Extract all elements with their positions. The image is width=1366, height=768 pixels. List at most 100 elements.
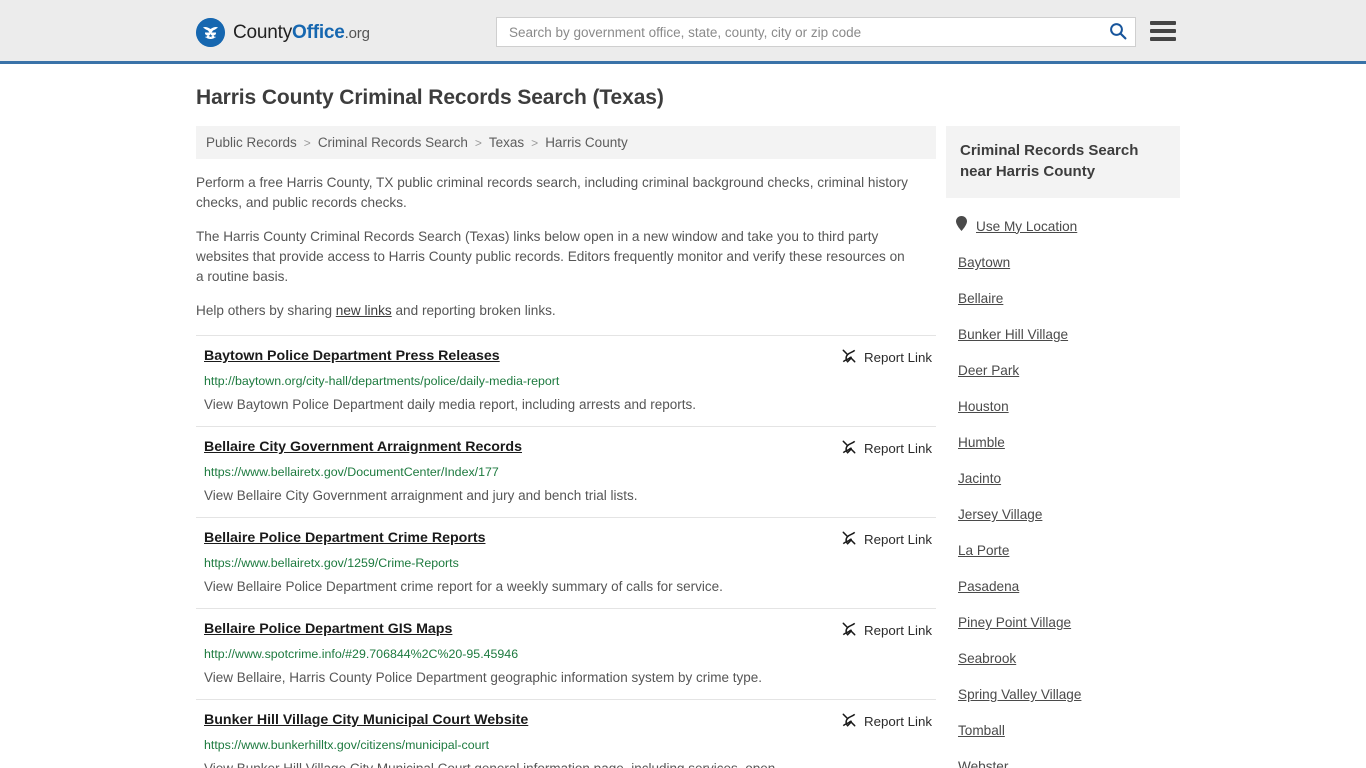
result-title-link[interactable]: Baytown Police Department Press Releases xyxy=(204,347,500,365)
result-header: Bellaire Police Department GIS Maps Repo… xyxy=(204,620,936,640)
sidebar-item-jersey-village[interactable]: Jersey Village xyxy=(946,506,1180,524)
result-item: Bellaire Police Department Crime Reports xyxy=(196,517,936,608)
result-url[interactable]: https://www.bellairetx.gov/1259/Crime-Re… xyxy=(204,556,936,571)
report-link-button[interactable]: Report Link xyxy=(841,439,932,458)
breadcrumb-separator: > xyxy=(531,135,539,150)
page-title: Harris County Criminal Records Search (T… xyxy=(196,86,664,109)
sidebar-item-deer-park[interactable]: Deer Park xyxy=(946,362,1180,380)
broken-link-icon xyxy=(841,621,857,640)
result-title-link[interactable]: Bunker Hill Village City Municipal Court… xyxy=(204,711,528,729)
intro-paragraph-1: Perform a free Harris County, TX public … xyxy=(196,175,908,210)
sidebar-link[interactable]: Bellaire xyxy=(958,291,1003,306)
intro-text-before-link: Help others by sharing xyxy=(196,303,336,318)
sidebar-item-la-porte[interactable]: La Porte xyxy=(946,542,1180,560)
results-list: Baytown Police Department Press Releases xyxy=(196,335,936,768)
result-item: Bellaire City Government Arraignment Rec… xyxy=(196,426,936,517)
breadcrumb-item-texas[interactable]: Texas xyxy=(489,135,524,150)
hamburger-bar xyxy=(1150,21,1176,25)
result-title-link[interactable]: Bellaire Police Department Crime Reports xyxy=(204,529,485,547)
result-description: View Bunker Hill Village City Municipal … xyxy=(204,759,936,768)
logo-wordmark: CountyOffice.org xyxy=(233,22,370,44)
sidebar-item-pasadena[interactable]: Pasadena xyxy=(946,578,1180,596)
hamburger-bar xyxy=(1150,37,1176,41)
sidebar-item-baytown[interactable]: Baytown xyxy=(946,254,1180,272)
logo-text-county: County xyxy=(233,21,293,43)
search-bar[interactable] xyxy=(496,17,1136,47)
sidebar-item-spring-valley-village[interactable]: Spring Valley Village xyxy=(946,686,1180,704)
report-link-label: Report Link xyxy=(864,441,932,456)
map-pin-icon xyxy=(956,216,967,236)
result-url[interactable]: https://www.bellairetx.gov/DocumentCente… xyxy=(204,465,936,480)
result-description: View Bellaire City Government arraignmen… xyxy=(204,488,638,503)
new-links-link[interactable]: new links xyxy=(336,303,392,318)
site-logo[interactable]: ★★★ CountyOffice.org xyxy=(196,18,370,47)
breadcrumb-item-criminal-records-search[interactable]: Criminal Records Search xyxy=(318,135,468,150)
page-container: Harris County Criminal Records Search (T… xyxy=(0,64,1366,768)
hamburger-menu-icon[interactable] xyxy=(1150,20,1176,42)
result-item: Baytown Police Department Press Releases xyxy=(196,335,936,426)
result-url[interactable]: https://www.bunkerhilltx.gov/citizens/mu… xyxy=(204,738,936,753)
sidebar-link[interactable]: Seabrook xyxy=(958,651,1016,666)
sidebar-item-bunker-hill-village[interactable]: Bunker Hill Village xyxy=(946,326,1180,344)
sidebar-item-tomball[interactable]: Tomball xyxy=(946,722,1180,740)
result-description: View Bellaire, Harris County Police Depa… xyxy=(204,670,762,685)
report-link-button[interactable]: Report Link xyxy=(841,712,932,731)
sidebar-link[interactable]: Baytown xyxy=(958,255,1010,270)
report-link-button[interactable]: Report Link xyxy=(841,621,932,640)
sidebar-item-humble[interactable]: Humble xyxy=(946,434,1180,452)
sidebar-link[interactable]: Piney Point Village xyxy=(958,615,1071,630)
search-input[interactable] xyxy=(497,18,1101,46)
report-link-button[interactable]: Report Link xyxy=(841,530,932,549)
breadcrumb-item-public-records[interactable]: Public Records xyxy=(206,135,297,150)
report-link-button[interactable]: Report Link xyxy=(841,348,932,367)
sidebar: Criminal Records Search near Harris Coun… xyxy=(946,126,1180,768)
result-item: Bunker Hill Village City Municipal Court… xyxy=(196,699,936,768)
sidebar-link[interactable]: Humble xyxy=(958,435,1005,450)
intro-paragraph-3: Help others by sharing new links and rep… xyxy=(196,301,914,321)
result-description: View Bellaire Police Department crime re… xyxy=(204,579,723,594)
sidebar-link[interactable]: Webster xyxy=(958,759,1008,768)
sidebar-link[interactable]: Houston xyxy=(958,399,1009,414)
logo-text-office: Office xyxy=(292,21,345,43)
result-url[interactable]: http://www.spotcrime.info/#29.706844%2C%… xyxy=(204,647,936,662)
sidebar-link[interactable]: Jersey Village xyxy=(958,507,1042,522)
intro-section: Perform a free Harris County, TX public … xyxy=(196,159,936,321)
site-header: ★★★ CountyOffice.org xyxy=(0,0,1366,64)
report-link-label: Report Link xyxy=(864,623,932,638)
use-my-location-row[interactable]: Use My Location xyxy=(946,216,1180,236)
sidebar-city-list: Use My Location Baytown Bellaire Bunker … xyxy=(946,198,1180,768)
breadcrumb-item-harris-county[interactable]: Harris County xyxy=(545,135,628,150)
sidebar-link[interactable]: Deer Park xyxy=(958,363,1019,378)
breadcrumb-separator: > xyxy=(303,135,311,150)
sidebar-link[interactable]: Tomball xyxy=(958,723,1005,738)
main-column: Public Records > Criminal Records Search… xyxy=(196,126,936,768)
result-header: Baytown Police Department Press Releases xyxy=(204,347,936,367)
search-button[interactable] xyxy=(1101,18,1135,46)
report-link-label: Report Link xyxy=(864,714,932,729)
sidebar-heading-box: Criminal Records Search near Harris Coun… xyxy=(946,126,1180,198)
sidebar-item-seabrook[interactable]: Seabrook xyxy=(946,650,1180,668)
search-icon xyxy=(1109,22,1127,43)
sidebar-link[interactable]: Jacinto xyxy=(958,471,1001,486)
result-title-link[interactable]: Bellaire Police Department GIS Maps xyxy=(204,620,452,638)
sidebar-item-webster[interactable]: Webster xyxy=(946,758,1180,768)
sidebar-link[interactable]: Pasadena xyxy=(958,579,1019,594)
hamburger-bar xyxy=(1150,29,1176,33)
use-my-location-link[interactable]: Use My Location xyxy=(976,219,1077,234)
broken-link-icon xyxy=(841,348,857,367)
broken-link-icon xyxy=(841,712,857,731)
result-url[interactable]: http://baytown.org/city-hall/departments… xyxy=(204,374,936,389)
sidebar-link[interactable]: La Porte xyxy=(958,543,1009,558)
sidebar-item-houston[interactable]: Houston xyxy=(946,398,1180,416)
logo-text-org: .org xyxy=(344,24,370,42)
result-item: Bellaire Police Department GIS Maps Repo… xyxy=(196,608,936,699)
result-title-link[interactable]: Bellaire City Government Arraignment Rec… xyxy=(204,438,522,456)
content-columns: Public Records > Criminal Records Search… xyxy=(196,126,1180,768)
sidebar-item-piney-point-village[interactable]: Piney Point Village xyxy=(946,614,1180,632)
broken-link-icon xyxy=(841,439,857,458)
sidebar-link[interactable]: Bunker Hill Village xyxy=(958,327,1068,342)
sidebar-item-jacinto[interactable]: Jacinto xyxy=(946,470,1180,488)
result-description: View Baytown Police Department daily med… xyxy=(204,397,696,412)
sidebar-item-bellaire[interactable]: Bellaire xyxy=(946,290,1180,308)
sidebar-link[interactable]: Spring Valley Village xyxy=(958,687,1081,702)
